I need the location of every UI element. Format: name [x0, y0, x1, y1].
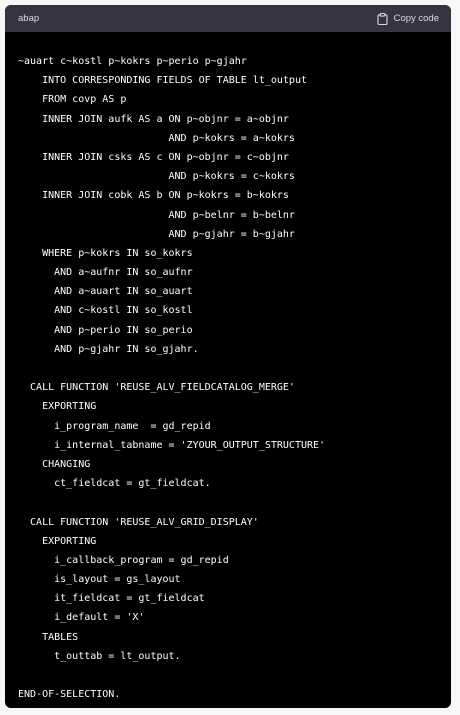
code-line: AND p~gjahr IN so_gjahr.	[18, 343, 199, 355]
code-line: AND p~kokrs = c~kokrs	[18, 171, 295, 183]
code-line: t_outtab = lt_output.	[18, 650, 181, 662]
code-line: INNER JOIN aufk AS a ON p~objnr = a~objn…	[18, 113, 289, 125]
code-line: INTO CORRESPONDING FIELDS OF TABLE lt_ou…	[18, 75, 307, 87]
code-line: AND p~perio IN so_perio	[18, 324, 193, 336]
code-line: AND p~gjahr = b~gjahr	[18, 228, 295, 240]
code-line: i_internal_tabname = 'ZYOUR_OUTPUT_STRUC…	[18, 439, 326, 451]
code-line: CALL FUNCTION 'REUSE_ALV_FIELDCATALOG_ME…	[18, 382, 295, 394]
code-line: it_fieldcat = gt_fieldcat	[18, 593, 205, 605]
code-body: ~auart c~kostl p~kokrs p~perio p~gjahr I…	[5, 32, 451, 704]
code-line: INNER JOIN cobk AS b ON p~kokrs = b~kokr…	[18, 190, 289, 202]
clipboard-icon	[377, 12, 388, 25]
code-line: EXPORTING	[18, 535, 97, 547]
code-line: CHANGING	[18, 458, 91, 470]
code-line: i_program_name = gd_repid	[18, 420, 211, 432]
language-label: abap	[18, 13, 40, 24]
code-line: i_default = 'X'	[18, 612, 145, 624]
code-header: abap Copy code	[5, 5, 451, 32]
code-line: CALL FUNCTION 'REUSE_ALV_GRID_DISPLAY'	[18, 516, 259, 528]
code-line: AND c~kostl IN so_kostl	[18, 305, 193, 317]
code-line: AND p~kokrs = a~kokrs	[18, 132, 295, 144]
code-line: FROM covp AS p	[18, 94, 127, 106]
code-line: TABLES	[18, 631, 79, 643]
code-line: AND a~auart IN so_auart	[18, 286, 193, 298]
code-line: INNER JOIN csks AS c ON p~objnr = c~objn…	[18, 151, 289, 163]
code-line: ct_fieldcat = gt_fieldcat.	[18, 478, 211, 490]
copy-code-label: Copy code	[393, 13, 439, 24]
code-line: AND a~aufnr IN so_aufnr	[18, 267, 193, 279]
code-block: abap Copy code ~auart c~kostl p~kokrs p~…	[5, 5, 451, 708]
code-line: END-OF-SELECTION.	[18, 689, 121, 701]
code-line: AND p~belnr = b~belnr	[18, 209, 295, 221]
copy-code-button[interactable]: Copy code	[377, 12, 439, 25]
code-line: EXPORTING	[18, 401, 97, 413]
code-line: is_layout = gs_layout	[18, 574, 181, 586]
code-line: WHERE p~kokrs IN so_kokrs	[18, 247, 193, 259]
code-line: i_callback_program = gd_repid	[18, 554, 229, 566]
code-line: ~auart c~kostl p~kokrs p~perio p~gjahr	[18, 56, 247, 67]
